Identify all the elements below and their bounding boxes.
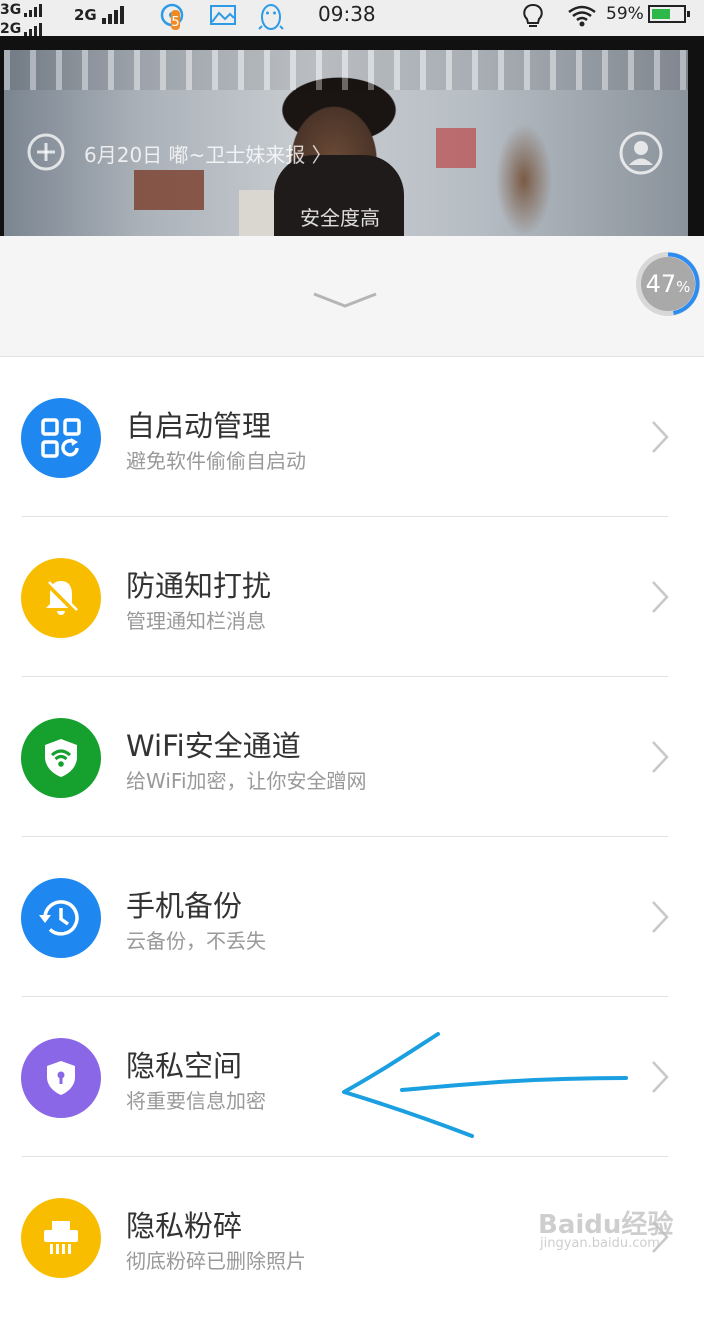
- feature-icon-circle: [21, 398, 101, 478]
- lightbulb-icon: [523, 3, 543, 27]
- apps-refresh-icon: [41, 418, 81, 458]
- annotation-arrow-icon: [342, 1032, 628, 1138]
- chevron-right-icon: [652, 901, 669, 933]
- shredder-icon: [44, 1221, 78, 1254]
- safety-level-label: 安全度高: [300, 206, 380, 230]
- sim2-signal: 2G: [0, 19, 43, 37]
- feature-subtitle: 将重要信息加密: [126, 1089, 266, 1113]
- feature-icon-circle: [21, 558, 101, 638]
- battery-icon: [648, 5, 690, 23]
- chevron-right-icon: [652, 1061, 669, 1093]
- wifi-icon: [568, 5, 596, 27]
- daily-report-link[interactable]: 6月20日 嘟~卫士妹来报 〉: [84, 139, 332, 168]
- score-value: 47: [645, 270, 677, 298]
- feature-item-autostart[interactable]: 自启动管理 避免软件偷偷自启动: [0, 357, 704, 517]
- feature-title: 隐私空间: [126, 1049, 243, 1083]
- chevron-down-icon[interactable]: [312, 290, 378, 310]
- notification-badge: 5: [171, 15, 179, 30]
- feature-title: WiFi安全通道: [126, 729, 301, 763]
- feature-title: 自启动管理: [126, 409, 272, 443]
- add-circle-icon[interactable]: [26, 132, 66, 172]
- gallery-icon: [210, 5, 236, 25]
- feature-subtitle: 彻底粉碎已删除照片: [126, 1249, 306, 1273]
- bell-mute-icon: [45, 581, 78, 615]
- security-score-badge[interactable]: 47%: [634, 250, 702, 318]
- feature-icon-circle: [21, 1198, 101, 1278]
- signal-bars-icon: [24, 4, 43, 17]
- chevron-right-icon: [652, 421, 669, 453]
- battery-percent: 59%: [606, 4, 644, 24]
- status-bar: 3G 2G 2G 5 09:38 59%: [0, 0, 704, 36]
- feature-title: 手机备份: [126, 889, 243, 923]
- battery-fill: [652, 9, 670, 19]
- feature-icon-circle: [21, 878, 101, 958]
- sim1-signal: 3G: [0, 0, 43, 18]
- app-notification-icon: 5: [160, 3, 184, 30]
- backup-clock-icon: [39, 900, 79, 936]
- user-avatar-icon[interactable]: [618, 130, 664, 176]
- feature-icon-circle: [21, 718, 101, 798]
- sim2-label: 2G: [0, 21, 22, 37]
- score-unit: %: [676, 278, 691, 296]
- dual-sim-signal: 3G 2G: [0, 0, 62, 36]
- feature-subtitle: 管理通知栏消息: [126, 609, 266, 633]
- feature-icon-circle: [21, 1038, 101, 1118]
- watermark-url: jingyan.baidu.com: [540, 1236, 660, 1251]
- feature-title: 防通知打扰: [126, 569, 272, 603]
- chevron-right-icon: [652, 581, 669, 613]
- feature-item-notification-block[interactable]: 防通知打扰 管理通知栏消息: [0, 517, 704, 677]
- feature-subtitle: 云备份，不丢失: [126, 929, 266, 953]
- feature-item-wifi-secure[interactable]: WiFi安全通道 给WiFi加密，让你安全蹭网: [0, 677, 704, 837]
- network-indicator: 2G: [74, 6, 124, 24]
- feature-item-phone-backup[interactable]: 手机备份 云备份，不丢失: [0, 837, 704, 997]
- network-label: 2G: [74, 6, 97, 24]
- signal-bars-icon: [101, 6, 124, 24]
- baidu-watermark: Baidu经验 jingyan.baidu.com: [538, 1188, 704, 1258]
- privacy-shield-icon: [47, 1061, 75, 1095]
- chevron-right-icon: [652, 741, 669, 773]
- security-header: 6月20日 嘟~卫士妹来报 〉 安全度高: [0, 36, 704, 236]
- feature-subtitle: 避免软件偷偷自启动: [126, 449, 306, 473]
- sim1-label: 3G: [0, 2, 22, 18]
- expand-drawer[interactable]: 47%: [0, 236, 704, 357]
- wifi-shield-icon: [45, 739, 77, 777]
- feature-subtitle: 给WiFi加密，让你安全蹭网: [126, 769, 367, 793]
- feature-title: 隐私粉碎: [126, 1209, 243, 1243]
- status-time: 09:38: [318, 2, 376, 26]
- qq-icon: [258, 4, 284, 30]
- signal-bars-icon: [24, 23, 43, 36]
